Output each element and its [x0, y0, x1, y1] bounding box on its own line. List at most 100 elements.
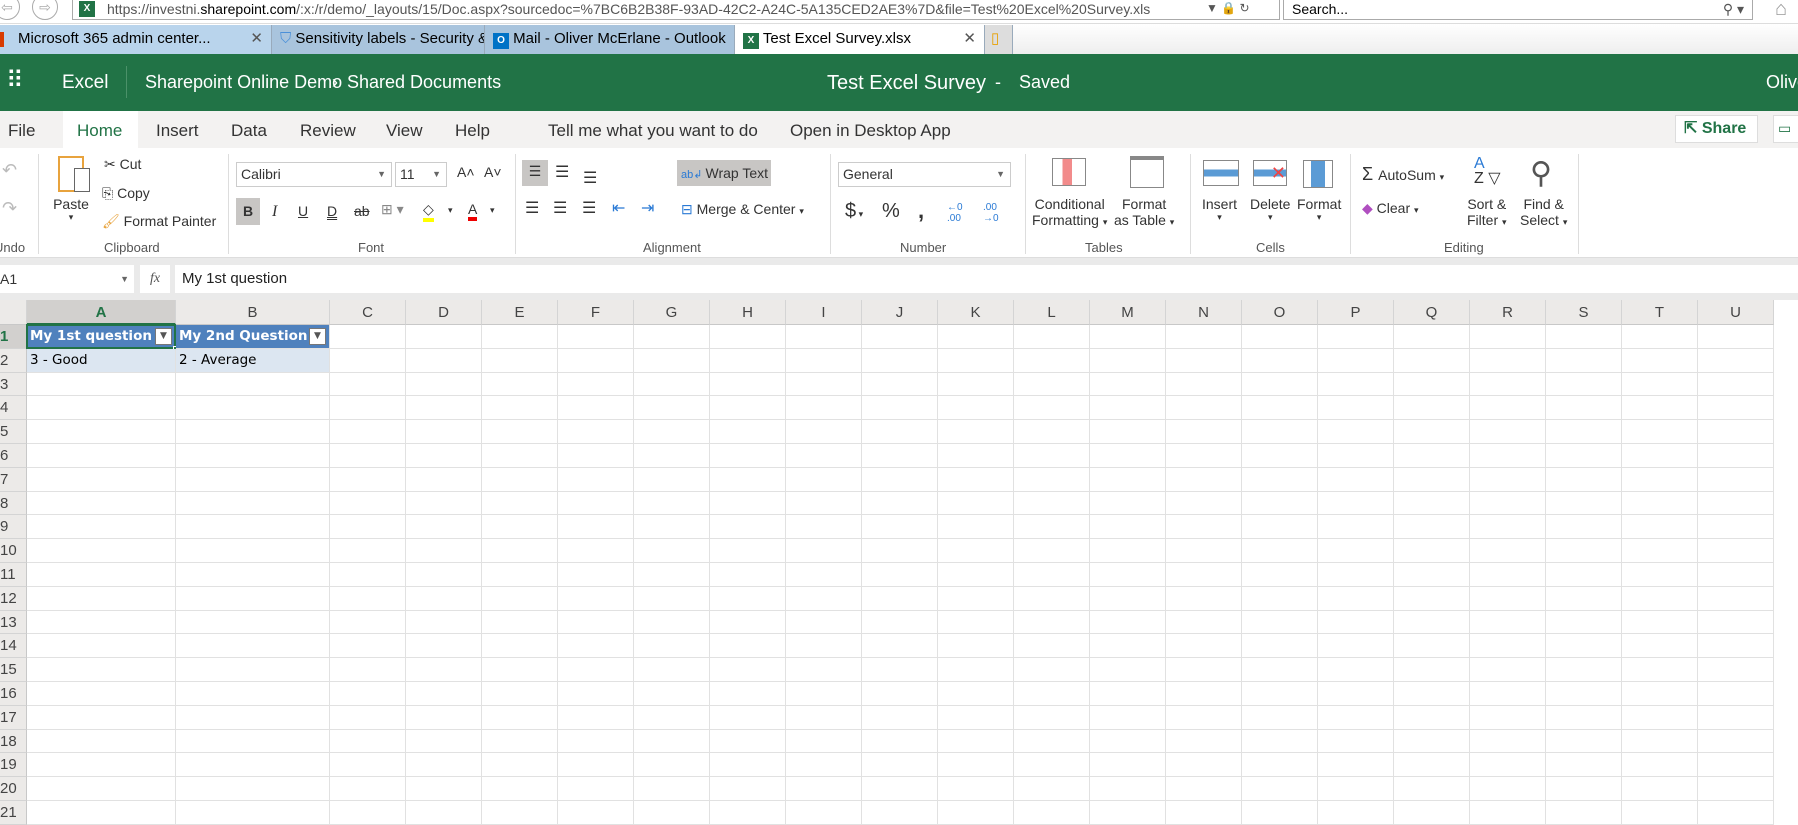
cell-E9[interactable]	[482, 515, 558, 540]
column-header[interactable]: P	[1318, 300, 1394, 325]
cell-A11[interactable]	[27, 563, 176, 587]
cell-P12[interactable]	[1318, 586, 1394, 611]
cell-O13[interactable]	[1242, 610, 1318, 635]
format-button[interactable]: Format ▾	[1297, 196, 1341, 223]
cell-U11[interactable]	[1698, 563, 1774, 587]
cell-S15[interactable]	[1546, 658, 1622, 682]
cell-T18[interactable]	[1622, 729, 1698, 754]
cell-O9[interactable]	[1242, 515, 1318, 540]
cell-E4[interactable]	[482, 396, 558, 421]
cell-J16[interactable]	[862, 682, 938, 706]
cell-P8[interactable]	[1318, 491, 1394, 516]
delete-button[interactable]: Delete ▾	[1250, 196, 1290, 223]
tab-insert[interactable]: Insert	[156, 121, 199, 141]
cell-H2[interactable]	[710, 348, 786, 373]
tab-data[interactable]: Data	[231, 121, 267, 141]
cell-I15[interactable]	[786, 658, 862, 682]
cell-K8[interactable]	[938, 491, 1014, 516]
cell-L15[interactable]	[1014, 658, 1090, 682]
cell-N17[interactable]	[1166, 705, 1242, 730]
cell-J15[interactable]	[862, 658, 938, 682]
cell-U6[interactable]	[1698, 444, 1774, 468]
cell-B6[interactable]	[176, 444, 330, 468]
column-header[interactable]: M	[1090, 300, 1166, 325]
cell-P9[interactable]	[1318, 515, 1394, 540]
row-header[interactable]: 15	[0, 658, 27, 682]
cell-Q19[interactable]	[1394, 753, 1470, 778]
cell-M3[interactable]	[1090, 372, 1166, 397]
cell-G17[interactable]	[634, 705, 710, 730]
share-button[interactable]: ⇱ Share	[1675, 115, 1758, 143]
cell-S10[interactable]	[1546, 539, 1622, 563]
align-bottom-icon[interactable]: ☰	[583, 168, 597, 188]
cell-C17[interactable]	[330, 705, 406, 730]
cell-K1[interactable]	[938, 325, 1014, 349]
cell-B17[interactable]	[176, 705, 330, 730]
cell-O20[interactable]	[1242, 777, 1318, 801]
cell-T8[interactable]	[1622, 491, 1698, 516]
cell-F5[interactable]	[558, 420, 634, 444]
cell-D17[interactable]	[406, 705, 482, 730]
cell-B12[interactable]	[176, 586, 330, 611]
cell-E3[interactable]	[482, 372, 558, 397]
cell-G6[interactable]	[634, 444, 710, 468]
cell-G2[interactable]	[634, 348, 710, 373]
tab-help[interactable]: Help	[455, 121, 490, 141]
cell-A2[interactable]: 3 - Good	[27, 348, 176, 373]
cell-N4[interactable]	[1166, 396, 1242, 421]
cell-M6[interactable]	[1090, 444, 1166, 468]
cell-M8[interactable]	[1090, 491, 1166, 516]
column-header[interactable]: A	[27, 300, 176, 325]
row-header[interactable]: 21	[0, 801, 27, 825]
cell-U4[interactable]	[1698, 396, 1774, 421]
cell-T3[interactable]	[1622, 372, 1698, 397]
cell-C11[interactable]	[330, 563, 406, 587]
currency-icon[interactable]: $ ▾	[845, 200, 863, 223]
cell-B8[interactable]	[176, 491, 330, 516]
cell-E13[interactable]	[482, 610, 558, 635]
cell-I8[interactable]	[786, 491, 862, 516]
cell-A3[interactable]	[27, 372, 176, 397]
tab-view[interactable]: View	[386, 121, 423, 141]
cell-U3[interactable]	[1698, 372, 1774, 397]
cell-L19[interactable]	[1014, 753, 1090, 778]
cell-E8[interactable]	[482, 491, 558, 516]
cell-S1[interactable]	[1546, 325, 1622, 349]
cell-T6[interactable]	[1622, 444, 1698, 468]
cell-K15[interactable]	[938, 658, 1014, 682]
font-name-dropdown[interactable]: Calibri ▼	[236, 162, 392, 187]
cell-A1[interactable]: My 1st question ▼	[27, 325, 176, 349]
cell-J8[interactable]	[862, 491, 938, 516]
column-header[interactable]: T	[1622, 300, 1698, 325]
column-header[interactable]: H	[710, 300, 786, 325]
font-size-dropdown[interactable]: 11 ▼	[395, 162, 447, 187]
column-header[interactable]: B	[176, 300, 330, 325]
cell-T10[interactable]	[1622, 539, 1698, 563]
cell-O3[interactable]	[1242, 372, 1318, 397]
browser-tab[interactable]: ⛉ Sensitivity labels - Security & C...	[272, 25, 485, 54]
cell-U9[interactable]	[1698, 515, 1774, 540]
cell-T9[interactable]	[1622, 515, 1698, 540]
cell-A7[interactable]	[27, 467, 176, 492]
cell-F1[interactable]	[558, 325, 634, 349]
cell-P17[interactable]	[1318, 705, 1394, 730]
cell-B7[interactable]	[176, 467, 330, 492]
app-launcher-icon[interactable]: ⠿	[6, 66, 24, 95]
increase-indent-icon[interactable]: ⇥	[641, 198, 654, 218]
cell-L9[interactable]	[1014, 515, 1090, 540]
cell-G14[interactable]	[634, 634, 710, 659]
cell-E19[interactable]	[482, 753, 558, 778]
row-header[interactable]: 8	[0, 491, 27, 516]
cell-E16[interactable]	[482, 682, 558, 706]
merge-center-button[interactable]: ⊟ Merge & Center ▾	[681, 201, 804, 218]
cell-F11[interactable]	[558, 563, 634, 587]
cell-R15[interactable]	[1470, 658, 1546, 682]
cell-M19[interactable]	[1090, 753, 1166, 778]
cell-D15[interactable]	[406, 658, 482, 682]
close-tab-icon[interactable]: ✕	[963, 25, 976, 53]
cell-G4[interactable]	[634, 396, 710, 421]
cell-I16[interactable]	[786, 682, 862, 706]
cell-T11[interactable]	[1622, 563, 1698, 587]
find-select-button[interactable]: Find & Select ▾	[1520, 196, 1567, 228]
cell-B18[interactable]	[176, 729, 330, 754]
